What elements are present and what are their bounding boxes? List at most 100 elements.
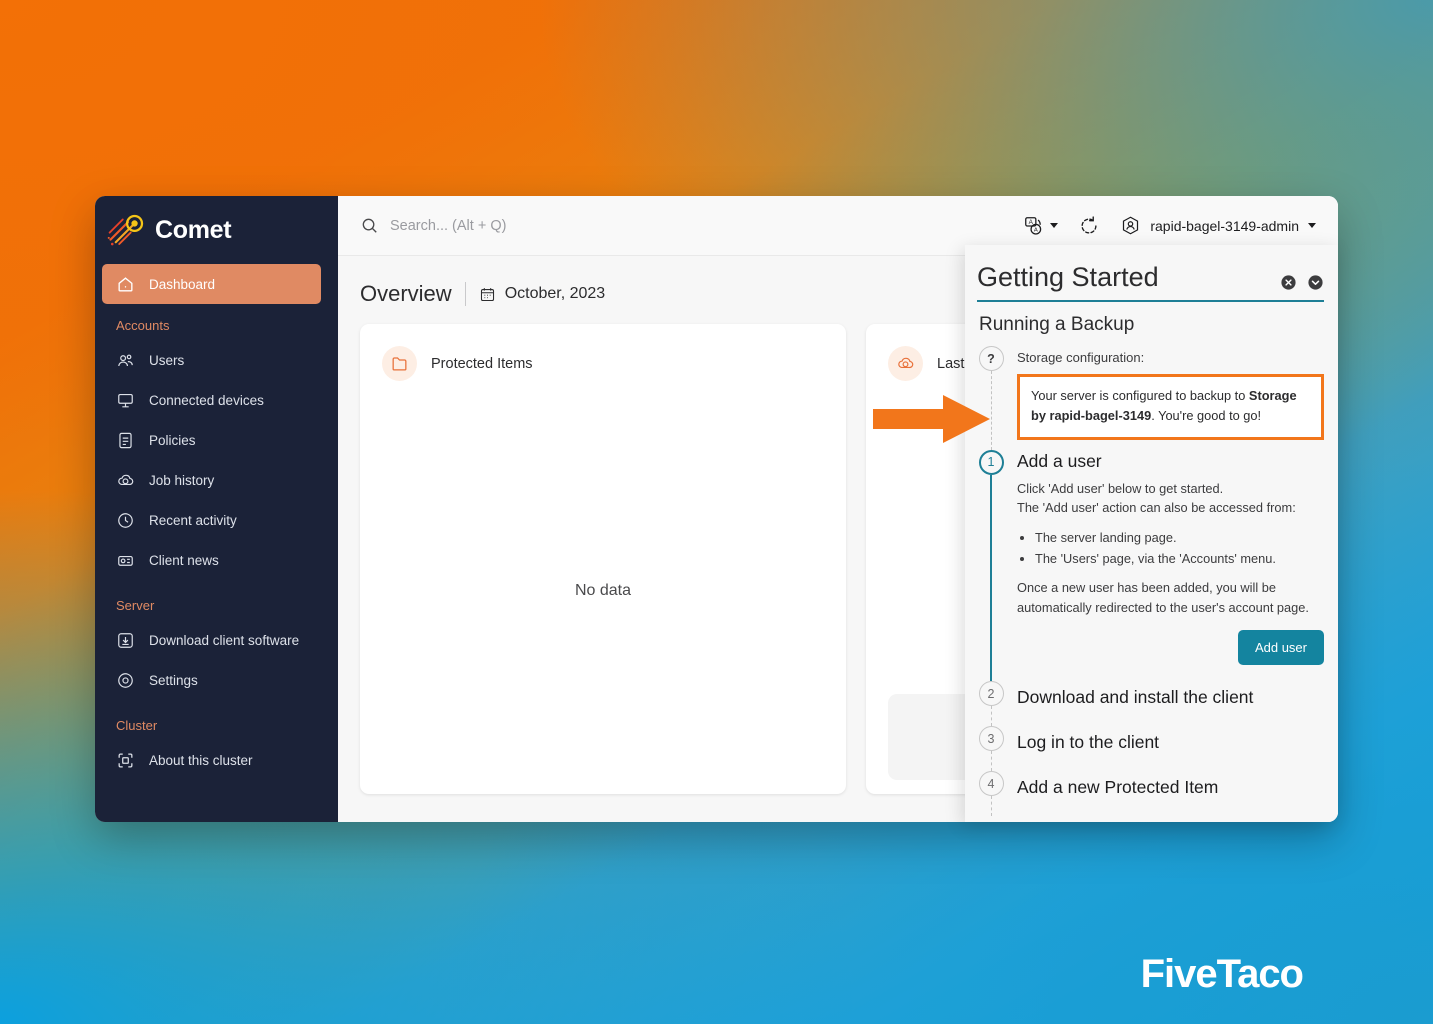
rail-connector — [990, 706, 992, 727]
divider — [464, 282, 466, 306]
date-label: October, 2023 — [504, 285, 606, 302]
step-storage-configuration: ? Storage configuration: Your server is … — [977, 346, 1324, 450]
callout-prefix: Your server is configured to backup to — [1031, 388, 1249, 403]
sidebar-item-label: About this cluster — [149, 752, 253, 768]
panel-controls — [1280, 262, 1324, 291]
sidebar-item-recent-activity[interactable]: Recent activity — [102, 500, 321, 540]
chevron-down-circle-icon[interactable] — [1307, 274, 1324, 291]
sidebar-item-label: Job history — [149, 472, 215, 488]
sidebar-item-job-history[interactable]: Job history — [102, 460, 321, 500]
search-box[interactable] — [360, 216, 1013, 235]
step-1-add-a-user: 1 Add a user Click 'Add user' below to g… — [977, 449, 1324, 682]
news-radio-icon — [118, 555, 133, 566]
chevron-down-icon — [1308, 223, 1316, 228]
card-empty-state: No data — [574, 582, 632, 599]
brand-name: Comet — [155, 215, 232, 244]
step-4-add-a-new-protected-item[interactable]: 4 Add a new Protected Item — [977, 771, 1324, 817]
step-title: Download and install the client — [1017, 687, 1254, 708]
callout-suffix: . You're good to go! — [1151, 407, 1262, 423]
calendar-icon — [480, 287, 494, 301]
search-icon — [362, 218, 377, 233]
topbar-tools: A A rapid-bagel-3149-admin — [1023, 215, 1316, 237]
step-number: 3 — [978, 726, 1004, 752]
step-bullet-list: The server landing page. The 'Users' pag… — [1035, 527, 1324, 570]
getting-started-panel: Getting Started Running a Backup ? Stora… — [965, 245, 1338, 822]
card-protected-items: Protected Items No data — [360, 324, 846, 794]
monitor-icon — [118, 393, 133, 407]
step-body: Add a user Click 'Add user' below to get… — [1017, 450, 1324, 682]
rail-connector — [990, 371, 992, 450]
sidebar-item-label: Dashboard — [149, 276, 216, 292]
chevron-down-icon — [1050, 223, 1059, 228]
sidebar-item-client-news[interactable]: Client news — [102, 540, 321, 580]
step-description: Click 'Add user' below to get started. T… — [1017, 472, 1324, 618]
step-number: 1 — [978, 449, 1004, 475]
step-marker: ? — [978, 346, 1004, 371]
step-3-log-in-to-the-client[interactable]: 3 Log in to the client — [977, 726, 1324, 772]
step-body: Storage configuration: Your server is co… — [1017, 346, 1324, 450]
document-icon — [119, 432, 132, 448]
sidebar-item-label: Download client software — [149, 632, 300, 648]
sidebar-item-dashboard[interactable]: Dashboard — [102, 264, 321, 304]
cloud-check-icon — [118, 474, 134, 485]
sidebar-section-accounts: Accounts — [116, 318, 170, 333]
sidebar-item-label: Recent activity — [149, 512, 237, 528]
sidebar-item-users[interactable]: Users — [102, 340, 321, 380]
step-2-download-and-install-the-client[interactable]: 2 Download and install the client — [977, 681, 1324, 727]
step-title: Add a new Protected Item — [1017, 777, 1219, 798]
user-avatar-icon — [1123, 216, 1139, 235]
add-user-button[interactable]: Add user — [1237, 630, 1324, 666]
step-body: Add a new Protected Item — [1017, 771, 1324, 816]
date-selector[interactable]: October, 2023 — [479, 285, 606, 303]
refresh-icon — [1081, 215, 1097, 234]
step-paragraph-3: Once a new user has been added, you will… — [1017, 580, 1309, 615]
page-title: Overview — [360, 281, 452, 306]
rail-connector — [990, 751, 992, 772]
card-header: Protected Items — [360, 324, 846, 381]
step-body: Download and install the client — [1017, 681, 1324, 726]
step-rail: 4 — [977, 771, 1005, 817]
sidebar-item-download-client-software[interactable]: Download client software — [102, 620, 321, 660]
account-name: rapid-bagel-3149-admin — [1150, 217, 1299, 234]
sidebar-item-label: Policies — [149, 432, 196, 448]
right-arrow-annotation — [873, 395, 990, 443]
download-icon — [118, 632, 133, 648]
account-menu[interactable]: rapid-bagel-3149-admin — [1120, 215, 1316, 236]
card-title: Protected Items — [431, 355, 533, 372]
step-paragraph-2: The 'Add user' action can also be access… — [1017, 500, 1296, 516]
sidebar-item-policies[interactable]: Policies — [102, 420, 321, 460]
sidebar-item-label: Users — [149, 352, 185, 368]
users-icon — [118, 354, 133, 366]
sidebar-item-settings[interactable]: Settings — [102, 660, 321, 700]
refresh-button[interactable] — [1078, 215, 1100, 237]
watermark: FiveTaco — [1140, 952, 1304, 996]
search-input[interactable] — [390, 217, 730, 234]
svg-text:A: A — [1034, 227, 1038, 233]
sidebar-item-about-this-cluster[interactable]: About this cluster — [102, 740, 321, 780]
getting-started-subtitle: Running a Backup — [979, 314, 1135, 335]
home-icon — [118, 276, 133, 292]
step-title: Add a user — [1017, 450, 1102, 471]
storage-config-callout: Your server is configured to backup to S… — [1017, 374, 1324, 440]
list-item: The server landing page. — [1035, 527, 1324, 548]
sidebar-section-server: Server — [116, 598, 155, 613]
getting-started-header: Getting Started — [977, 245, 1324, 302]
sidebar-item-label: Connected devices — [149, 392, 264, 408]
getting-started-title: Getting Started — [977, 262, 1159, 292]
step-title: Log in to the client — [1017, 732, 1160, 753]
cloud-check-icon — [888, 346, 923, 381]
cluster-icon — [118, 753, 133, 767]
language-selector[interactable]: A A — [1023, 215, 1059, 237]
brand: Comet — [95, 196, 338, 264]
clock-icon — [118, 512, 133, 528]
close-circle-icon[interactable] — [1280, 274, 1297, 291]
step-number: 2 — [978, 681, 1004, 707]
sidebar-item-label: Client news — [149, 552, 219, 568]
settings-gear-icon — [118, 672, 133, 688]
rail-connector — [990, 474, 992, 682]
step-rail: 2 — [977, 681, 1005, 727]
sidebar-section-cluster: Cluster — [116, 718, 158, 733]
storage-config-label: Storage configuration: — [1017, 350, 1145, 365]
sidebar-item-connected-devices[interactable]: Connected devices — [102, 380, 321, 420]
step-body: Log in to the client — [1017, 726, 1324, 771]
